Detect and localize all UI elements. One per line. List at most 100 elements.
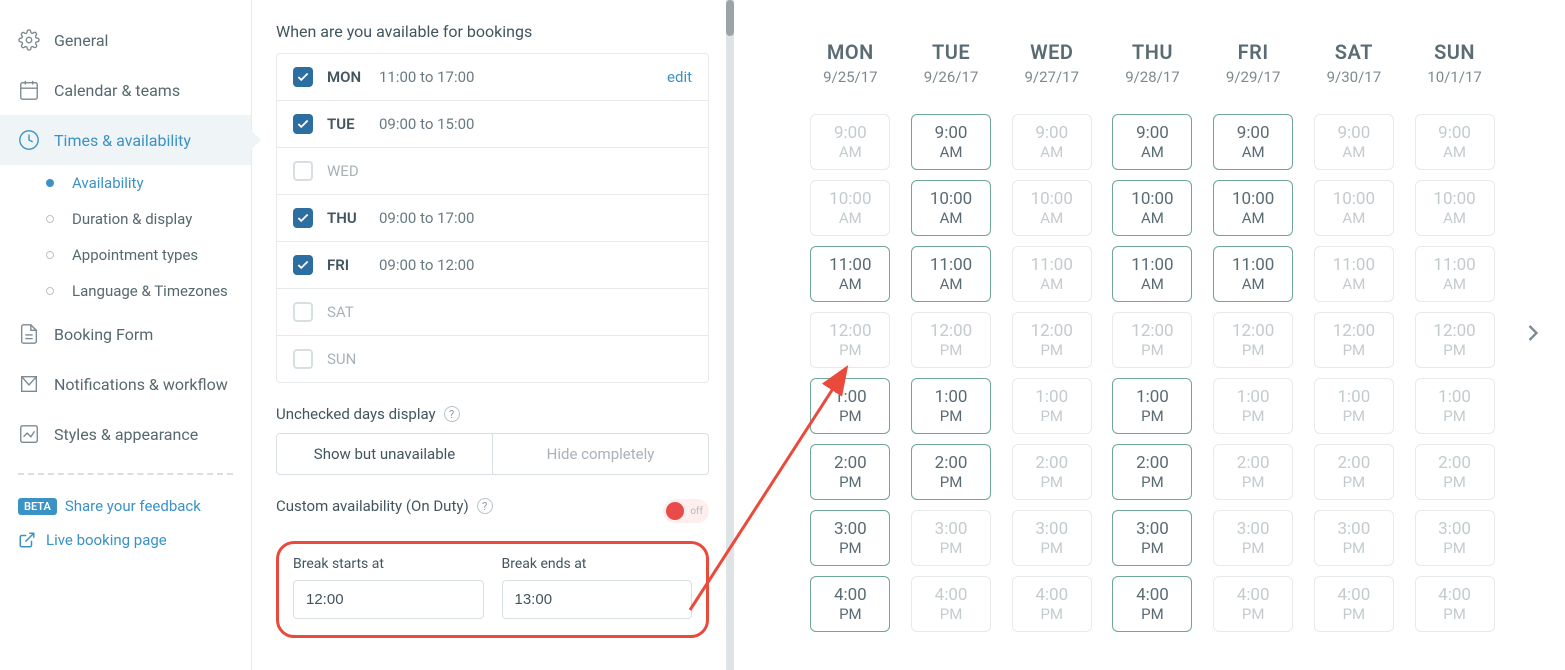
hide-completely-button[interactable]: Hide completely: [493, 434, 708, 474]
weekday-row[interactable]: SUN: [277, 336, 708, 382]
day-column-header: TUE9/26/17: [901, 40, 1001, 86]
day-date: 9/30/17: [1304, 68, 1404, 86]
day-abbr: THU: [327, 209, 379, 227]
time-slot: 2:00PM: [1415, 444, 1495, 500]
break-end-input[interactable]: [502, 580, 693, 619]
day-checkbox[interactable]: [293, 349, 313, 369]
gear-icon: [18, 29, 40, 51]
time-slot: 10:00AM: [1314, 180, 1394, 236]
custom-availability-switch[interactable]: off: [663, 499, 709, 523]
time-slot[interactable]: 9:00AM: [1112, 114, 1192, 170]
time-slot: 2:00PM: [1213, 444, 1293, 500]
sidebar-item-calendar-teams[interactable]: Calendar & teams: [0, 65, 251, 115]
time-slot[interactable]: 11:00AM: [1112, 246, 1192, 302]
time-slot[interactable]: 11:00AM: [810, 246, 890, 302]
time-slot[interactable]: 1:00PM: [911, 378, 991, 434]
time-slot[interactable]: 11:00AM: [1213, 246, 1293, 302]
day-abbr: MON: [327, 68, 379, 86]
sub-item-availability[interactable]: Availability: [28, 165, 251, 201]
day-abbr: TUE: [327, 115, 379, 133]
time-slot: 4:00PM: [1213, 576, 1293, 632]
time-slot: 4:00PM: [1012, 576, 1092, 632]
time-slot[interactable]: 10:00AM: [911, 180, 991, 236]
sub-item-language-timezones[interactable]: Language & Timezones: [28, 273, 251, 309]
time-slot: 12:00PM: [1213, 312, 1293, 368]
sidebar-item-styles[interactable]: Styles & appearance: [0, 409, 251, 459]
time-slot: 12:00PM: [911, 312, 991, 368]
day-abbr: SAT: [327, 303, 379, 321]
day-column-header: WED9/27/17: [1002, 40, 1102, 86]
weekday-row[interactable]: WED: [277, 148, 708, 195]
day-of-week: MON: [800, 40, 900, 64]
time-slot[interactable]: 9:00AM: [911, 114, 991, 170]
time-slot[interactable]: 1:00PM: [810, 378, 890, 434]
day-checkbox[interactable]: [293, 302, 313, 322]
weekday-row[interactable]: MON11:00 to 17:00edit: [277, 54, 708, 101]
time-slot: 2:00PM: [1314, 444, 1394, 500]
time-slot[interactable]: 3:00PM: [1112, 510, 1192, 566]
chart-icon: [18, 423, 40, 445]
time-slot[interactable]: 2:00PM: [911, 444, 991, 500]
day-column-header: THU9/28/17: [1102, 40, 1202, 86]
time-slot[interactable]: 9:00AM: [1213, 114, 1293, 170]
time-slot[interactable]: 11:00AM: [911, 246, 991, 302]
day-date: 10/1/17: [1405, 68, 1505, 86]
time-slot: 12:00PM: [1012, 312, 1092, 368]
share-feedback-link[interactable]: BETA Share your feedback: [0, 489, 251, 523]
custom-availability-label: Custom availability (On Duty) ?: [276, 497, 493, 515]
time-slot[interactable]: 1:00PM: [1112, 378, 1192, 434]
day-hours: 09:00 to 17:00: [379, 209, 474, 227]
clock-icon: [18, 129, 40, 151]
sidebar-item-general[interactable]: General: [0, 15, 251, 65]
day-checkbox[interactable]: [293, 67, 313, 87]
weekday-row[interactable]: TUE09:00 to 15:00: [277, 101, 708, 148]
help-icon[interactable]: ?: [477, 498, 493, 514]
show-unavailable-button[interactable]: Show but unavailable: [277, 434, 493, 474]
time-slot: 4:00PM: [911, 576, 991, 632]
sidebar-item-notifications[interactable]: Notifications & workflow: [0, 359, 251, 409]
day-date: 9/27/17: [1002, 68, 1102, 86]
sidebar-item-times-availability[interactable]: Times & availability: [0, 115, 251, 165]
time-slot: 12:00PM: [1415, 312, 1495, 368]
help-icon[interactable]: ?: [444, 406, 460, 422]
time-slot[interactable]: 4:00PM: [1112, 576, 1192, 632]
weekday-row[interactable]: THU09:00 to 17:00: [277, 195, 708, 242]
time-slot: 4:00PM: [1314, 576, 1394, 632]
break-start-input[interactable]: [293, 580, 484, 619]
day-date: 9/29/17: [1203, 68, 1303, 86]
day-column-header: FRI9/29/17: [1203, 40, 1303, 86]
day-checkbox[interactable]: [293, 255, 313, 275]
time-slot[interactable]: 4:00PM: [810, 576, 890, 632]
sidebar-item-label: Styles & appearance: [54, 425, 198, 444]
day-checkbox[interactable]: [293, 114, 313, 134]
sub-item-duration[interactable]: Duration & display: [28, 201, 251, 237]
time-slot: 1:00PM: [1415, 378, 1495, 434]
live-booking-link[interactable]: Live booking page: [0, 523, 251, 557]
day-hours: 09:00 to 12:00: [379, 256, 474, 274]
slot-column: 9:00AM10:00AM11:00AM12:00PM1:00PM2:00PM3…: [1304, 114, 1404, 632]
time-slot: 10:00AM: [810, 180, 890, 236]
time-slot[interactable]: 3:00PM: [810, 510, 890, 566]
day-edit-link[interactable]: edit: [667, 68, 692, 86]
next-week-button[interactable]: [1519, 319, 1547, 351]
break-time-highlight: Break starts at Break ends at: [276, 541, 709, 638]
sidebar: General Calendar & teams Times & availab…: [0, 0, 252, 670]
time-slot: 3:00PM: [1213, 510, 1293, 566]
weekday-row[interactable]: SAT: [277, 289, 708, 336]
time-slot: 12:00PM: [1314, 312, 1394, 368]
weekday-row[interactable]: FRI09:00 to 12:00: [277, 242, 708, 289]
time-slot[interactable]: 2:00PM: [1112, 444, 1192, 500]
day-abbr: FRI: [327, 256, 379, 274]
day-checkbox[interactable]: [293, 161, 313, 181]
sidebar-item-booking-form[interactable]: Booking Form: [0, 309, 251, 359]
sub-item-appointment-types[interactable]: Appointment types: [28, 237, 251, 273]
time-slot[interactable]: 10:00AM: [1213, 180, 1293, 236]
time-slot[interactable]: 10:00AM: [1112, 180, 1192, 236]
time-slot: 2:00PM: [1012, 444, 1092, 500]
time-slot: 10:00AM: [1415, 180, 1495, 236]
day-checkbox[interactable]: [293, 208, 313, 228]
calendar-preview: MON9/25/17TUE9/26/17WED9/27/17THU9/28/17…: [730, 0, 1565, 670]
form-icon: [18, 323, 40, 345]
time-slot[interactable]: 2:00PM: [810, 444, 890, 500]
settings-panel: When are you available for bookings MON1…: [252, 0, 730, 670]
